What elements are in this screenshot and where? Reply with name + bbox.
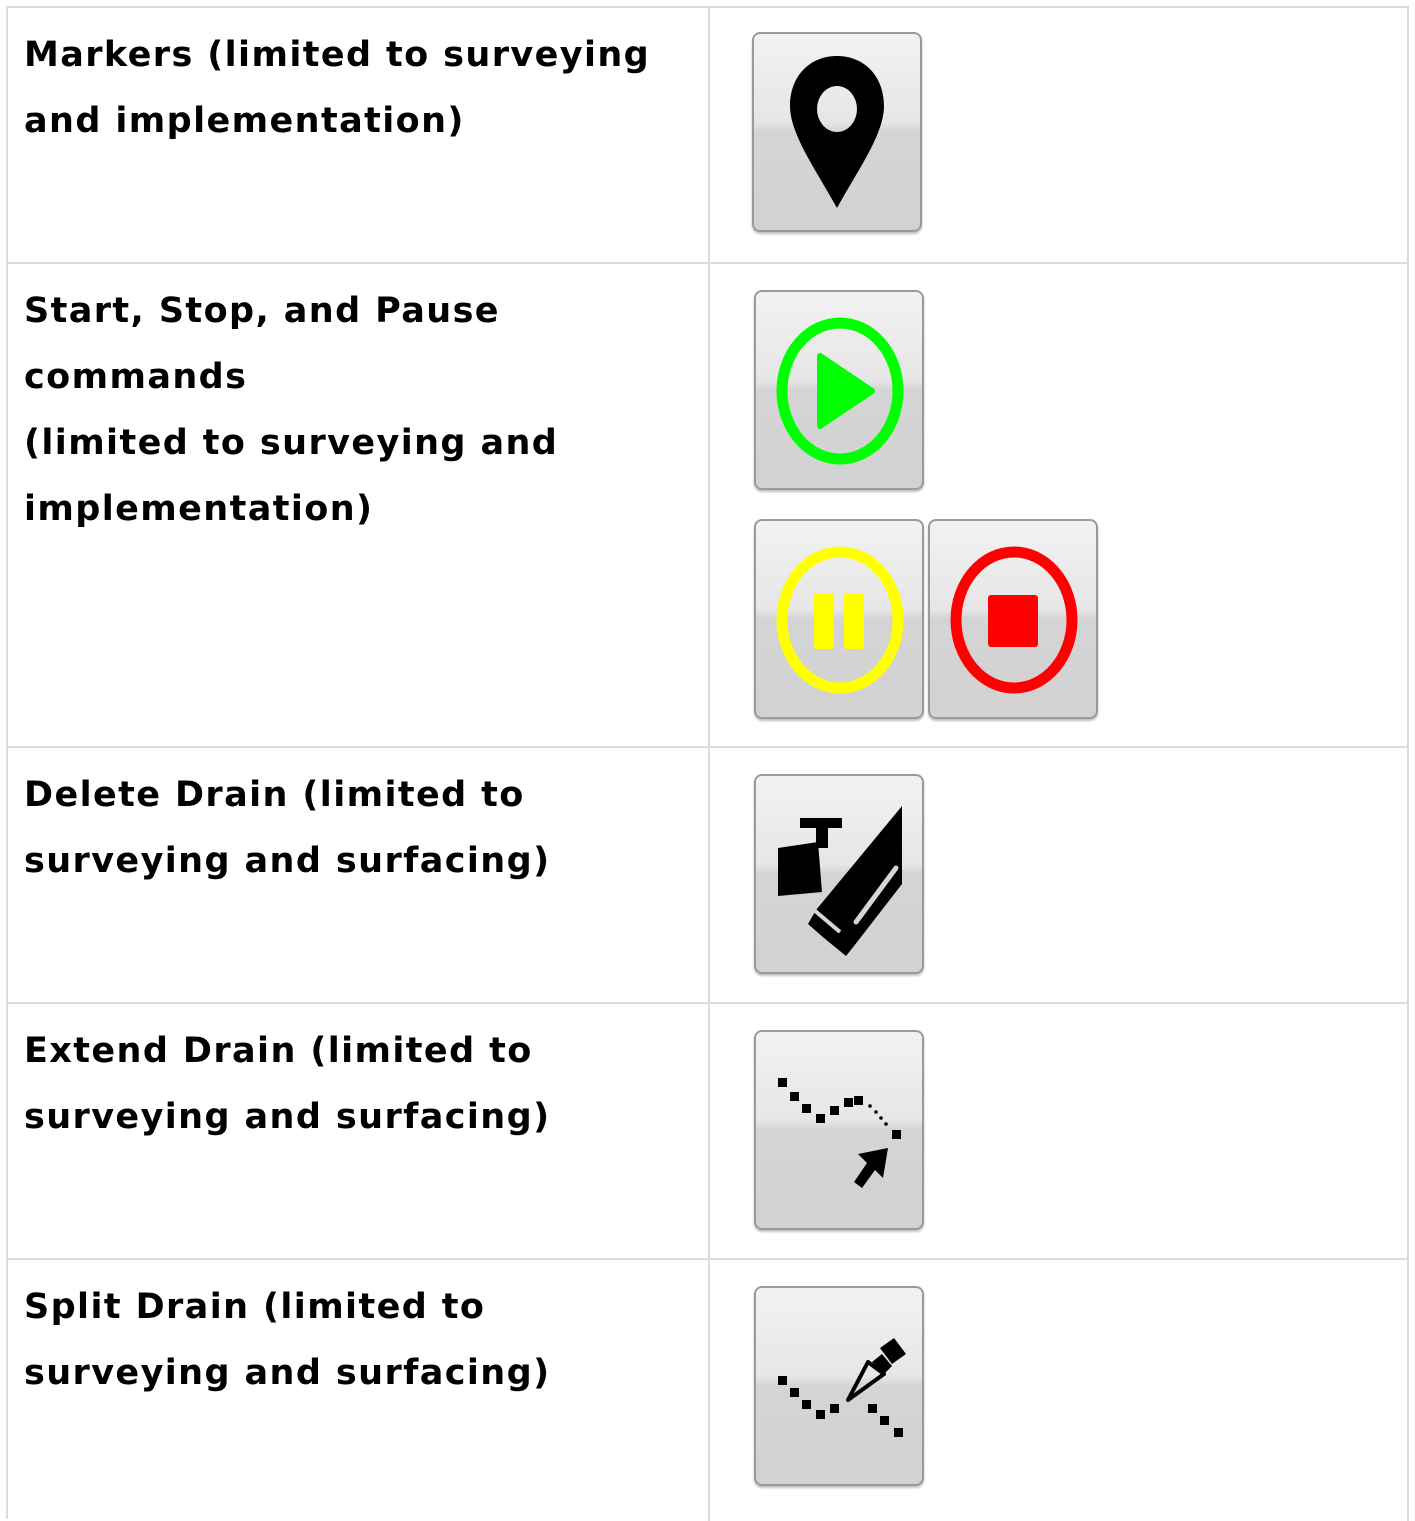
row-label-line: Extend Drain (limited to	[24, 1031, 533, 1071]
row-label-line: Markers (limited to surveying	[24, 35, 651, 75]
split-drain-icon	[778, 1338, 906, 1437]
pause-icon	[776, 546, 904, 694]
row-label-line: Delete Drain (limited to	[24, 775, 525, 815]
commands-table: Markers (limited to surveying and implem…	[6, 6, 1409, 1521]
row-label-line: Start, Stop, and Pause	[24, 291, 500, 331]
split-drain-button[interactable]	[754, 1286, 924, 1486]
row-label-cell: Start, Stop, and Pause commands (limited…	[8, 264, 710, 746]
row-label-cell: Markers (limited to surveying and implem…	[8, 8, 710, 262]
row-icon-cell	[710, 1004, 1409, 1258]
row-icon-cell	[710, 264, 1409, 746]
table-row-split-drain: Split Drain (limited to surveying and su…	[8, 1260, 1409, 1521]
row-icon-cell	[710, 1260, 1409, 1521]
row-label-line: surveying and surfacing)	[24, 1353, 551, 1393]
extend-drain-button[interactable]	[754, 1030, 924, 1230]
play-icon	[776, 317, 904, 465]
row-label-line: implementation)	[24, 489, 374, 529]
row-label-line: surveying and surfacing)	[24, 841, 551, 881]
table-row-extend-drain: Extend Drain (limited to surveying and s…	[8, 1004, 1409, 1260]
table-row-markers: Markers (limited to surveying and implem…	[8, 8, 1409, 264]
row-label-cell: Delete Drain (limited to surveying and s…	[8, 748, 710, 1002]
row-icon-cell	[710, 748, 1409, 1002]
row-label-line: and implementation)	[24, 101, 465, 141]
start-button[interactable]	[754, 290, 924, 490]
row-label-line: Split Drain (limited to	[24, 1287, 486, 1327]
delete-drain-button[interactable]	[754, 774, 924, 974]
row-icon-cell	[710, 8, 1409, 262]
extend-drain-icon	[778, 1078, 901, 1188]
delete-drain-icon	[778, 806, 902, 956]
stop-button[interactable]	[928, 519, 1098, 719]
row-label-line: commands	[24, 357, 248, 397]
table-row-delete-drain: Delete Drain (limited to surveying and s…	[8, 748, 1409, 1004]
row-label-cell: Split Drain (limited to surveying and su…	[8, 1260, 710, 1521]
markers-button[interactable]	[752, 32, 922, 232]
stop-icon	[950, 546, 1078, 694]
row-label-line: surveying and surfacing)	[24, 1097, 551, 1137]
pause-button[interactable]	[754, 519, 924, 719]
map-marker-icon	[790, 56, 884, 208]
row-label-cell: Extend Drain (limited to surveying and s…	[8, 1004, 710, 1258]
table-row-start-stop-pause: Start, Stop, and Pause commands (limited…	[8, 264, 1409, 748]
row-label-line: (limited to surveying and	[24, 423, 559, 463]
